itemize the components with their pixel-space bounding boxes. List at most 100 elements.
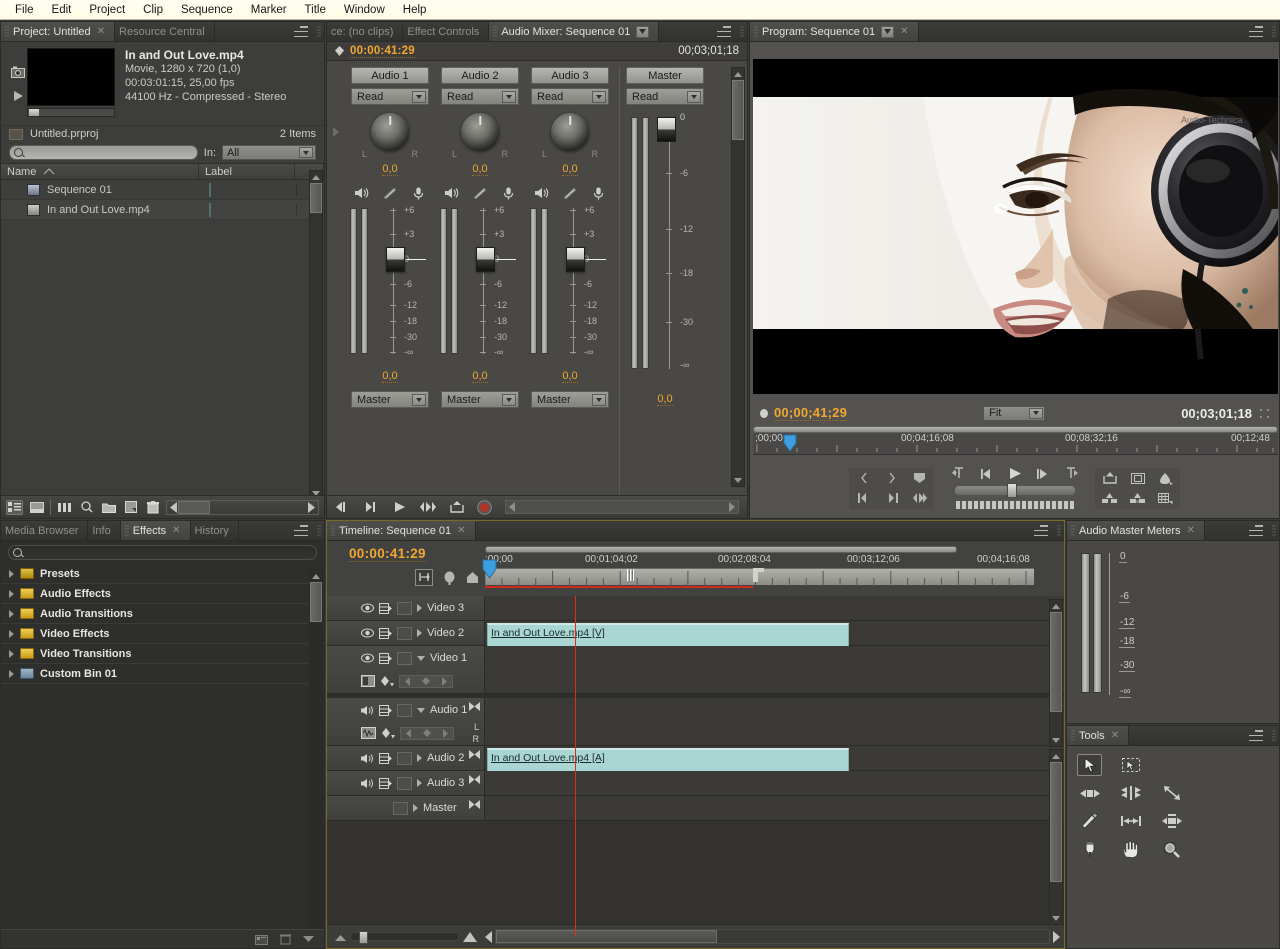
chevron-down-icon[interactable] bbox=[502, 91, 516, 103]
step-forward-icon[interactable] bbox=[1034, 466, 1051, 481]
safe-margins-icon[interactable] bbox=[1129, 471, 1146, 486]
go-to-out-point-icon[interactable] bbox=[364, 501, 380, 513]
track-sync-lock-toggle[interactable] bbox=[397, 626, 412, 640]
track-header[interactable]: Video 1 bbox=[327, 646, 485, 693]
scroll-thumb[interactable] bbox=[310, 183, 322, 213]
keyframe-nav-box[interactable] bbox=[399, 674, 453, 688]
program-ruler[interactable]: ;00;00 00;04;16;08 00;08;32;16 00;12;48 bbox=[753, 426, 1278, 458]
timeline-horizontal-scrollbar[interactable] bbox=[495, 929, 1050, 944]
step-back-icon[interactable] bbox=[978, 466, 995, 481]
project-nav-bar[interactable] bbox=[166, 499, 319, 515]
track-body[interactable] bbox=[485, 646, 1064, 693]
go-to-out-icon[interactable] bbox=[883, 491, 900, 506]
program-video-frame[interactable]: Audio-Technica bbox=[753, 59, 1278, 394]
solo-icon[interactable] bbox=[383, 186, 397, 200]
scroll-up-icon[interactable] bbox=[310, 171, 322, 183]
track-select-tool-icon[interactable] bbox=[1118, 754, 1143, 776]
collapse-triangle-icon[interactable] bbox=[417, 655, 425, 661]
new-bin-icon[interactable] bbox=[100, 500, 117, 515]
track-video-2[interactable]: Video 2 In and Out Love.mp4 [V] bbox=[327, 621, 1064, 649]
mixer-playhead-timecode[interactable]: 00:00:41:29 bbox=[350, 45, 415, 58]
volume-fader[interactable] bbox=[566, 247, 585, 272]
export-icon[interactable] bbox=[450, 501, 464, 513]
expand-triangle-icon[interactable] bbox=[417, 779, 422, 787]
pan-knob[interactable] bbox=[461, 113, 499, 151]
show-keyframes-icon[interactable] bbox=[380, 675, 394, 687]
track-header[interactable]: Master bbox=[327, 796, 485, 820]
nav-back-icon[interactable] bbox=[170, 501, 178, 513]
scroll-thumb[interactable] bbox=[732, 80, 744, 140]
track-body[interactable] bbox=[485, 796, 1064, 820]
channel-name-button[interactable]: Audio 1 bbox=[351, 67, 429, 84]
tab-audio-mixer[interactable]: Audio Mixer: Sequence 01 bbox=[489, 22, 660, 41]
toggle-track-lock-icon[interactable] bbox=[379, 652, 392, 664]
pen-tool-icon[interactable] bbox=[1077, 838, 1102, 860]
toggle-track-lock-icon[interactable] bbox=[379, 602, 392, 614]
bowtie-icon[interactable] bbox=[469, 702, 480, 711]
add-marker-icon[interactable] bbox=[911, 471, 928, 486]
chevron-down-icon[interactable] bbox=[687, 91, 701, 103]
channel-output-select[interactable]: Master bbox=[441, 391, 519, 408]
track-sync-lock-toggle[interactable] bbox=[397, 601, 412, 615]
scroll-up-icon[interactable] bbox=[310, 570, 322, 582]
ripple-edit-tool-icon[interactable] bbox=[1077, 782, 1102, 804]
set-unnumbered-marker-icon[interactable] bbox=[443, 571, 456, 585]
automation-mode-select[interactable]: Read bbox=[626, 88, 704, 105]
column-header-label[interactable]: Label bbox=[199, 164, 295, 179]
timeline-playhead-marker[interactable] bbox=[481, 559, 498, 579]
close-icon[interactable]: ✕ bbox=[900, 26, 908, 37]
go-to-next-edit-icon[interactable] bbox=[1062, 466, 1079, 481]
effects-tree-item-custom-bin[interactable]: Custom Bin 01 bbox=[1, 664, 324, 684]
tab-audio-master-meters[interactable]: Audio Master Meters ✕ bbox=[1067, 521, 1205, 540]
track-header[interactable]: Video 3 bbox=[327, 596, 485, 620]
record-arm-icon[interactable] bbox=[411, 186, 425, 200]
program-work-area-bar[interactable] bbox=[753, 426, 1278, 433]
zoom-out-icon[interactable] bbox=[335, 933, 346, 941]
close-icon[interactable]: ✕ bbox=[1186, 525, 1194, 536]
channel-gain-value[interactable]: 0,0 bbox=[382, 370, 398, 383]
output-icon[interactable] bbox=[1157, 471, 1174, 486]
expand-triangle-icon[interactable] bbox=[413, 804, 418, 812]
solo-icon[interactable] bbox=[473, 186, 487, 200]
toggle-track-output-icon[interactable] bbox=[361, 603, 374, 613]
go-to-in-icon[interactable] bbox=[855, 491, 872, 506]
tab-effect-controls[interactable]: Effect Controls bbox=[403, 22, 490, 41]
chevron-down-icon[interactable] bbox=[299, 147, 313, 158]
loop-icon[interactable] bbox=[419, 501, 437, 513]
expand-triangle-icon[interactable] bbox=[9, 649, 14, 658]
channel-output-select[interactable]: Master bbox=[531, 391, 609, 408]
new-item-icon[interactable] bbox=[122, 500, 139, 515]
menu-item-marker[interactable]: Marker bbox=[242, 2, 296, 18]
menu-item-help[interactable]: Help bbox=[394, 2, 436, 18]
close-icon[interactable]: ✕ bbox=[172, 525, 180, 536]
scroll-thumb[interactable] bbox=[1050, 762, 1062, 882]
scroll-thumb[interactable] bbox=[496, 930, 718, 943]
snap-toggle-icon[interactable] bbox=[415, 569, 433, 586]
shuttle-thumb[interactable] bbox=[1006, 483, 1017, 498]
channel-name-button[interactable]: Master bbox=[626, 67, 704, 84]
chevron-down-icon[interactable] bbox=[881, 25, 895, 38]
meters-body[interactable]: 0 -6 -12 -18 -30 -∞ bbox=[1067, 541, 1279, 723]
mixer-vertical-scrollbar[interactable] bbox=[731, 67, 745, 487]
mixer-horizontal-scrollbar[interactable] bbox=[505, 500, 739, 514]
track-audio-3[interactable]: Audio 3 bbox=[327, 771, 1064, 796]
multicam-icon[interactable] bbox=[1157, 491, 1174, 506]
list-item[interactable]: Sequence 01 bbox=[1, 180, 324, 200]
toggle-track-lock-icon[interactable] bbox=[379, 627, 392, 639]
hand-tool-icon[interactable] bbox=[1118, 838, 1143, 860]
toggle-track-mute-icon[interactable] bbox=[361, 705, 374, 715]
track-header[interactable]: Audio 3 bbox=[327, 771, 485, 795]
track-audio-2[interactable]: Audio 2 In and Out Love.mp4 [A] bbox=[327, 746, 1064, 774]
scroll-thumb[interactable] bbox=[310, 582, 322, 622]
toggle-track-mute-icon[interactable] bbox=[361, 753, 374, 763]
go-to-previous-edit-icon[interactable] bbox=[950, 466, 967, 481]
expand-triangle-icon[interactable] bbox=[417, 754, 422, 762]
menu-item-project[interactable]: Project bbox=[80, 2, 134, 18]
panel-menu-icon[interactable] bbox=[294, 26, 308, 37]
scroll-left-icon[interactable] bbox=[509, 502, 516, 512]
record-arm-icon[interactable] bbox=[591, 186, 605, 200]
volume-fader[interactable] bbox=[386, 247, 405, 272]
list-view-icon[interactable] bbox=[6, 499, 23, 515]
nav-forward-icon[interactable] bbox=[307, 501, 315, 513]
pan-value[interactable]: 0,0 bbox=[472, 163, 488, 176]
